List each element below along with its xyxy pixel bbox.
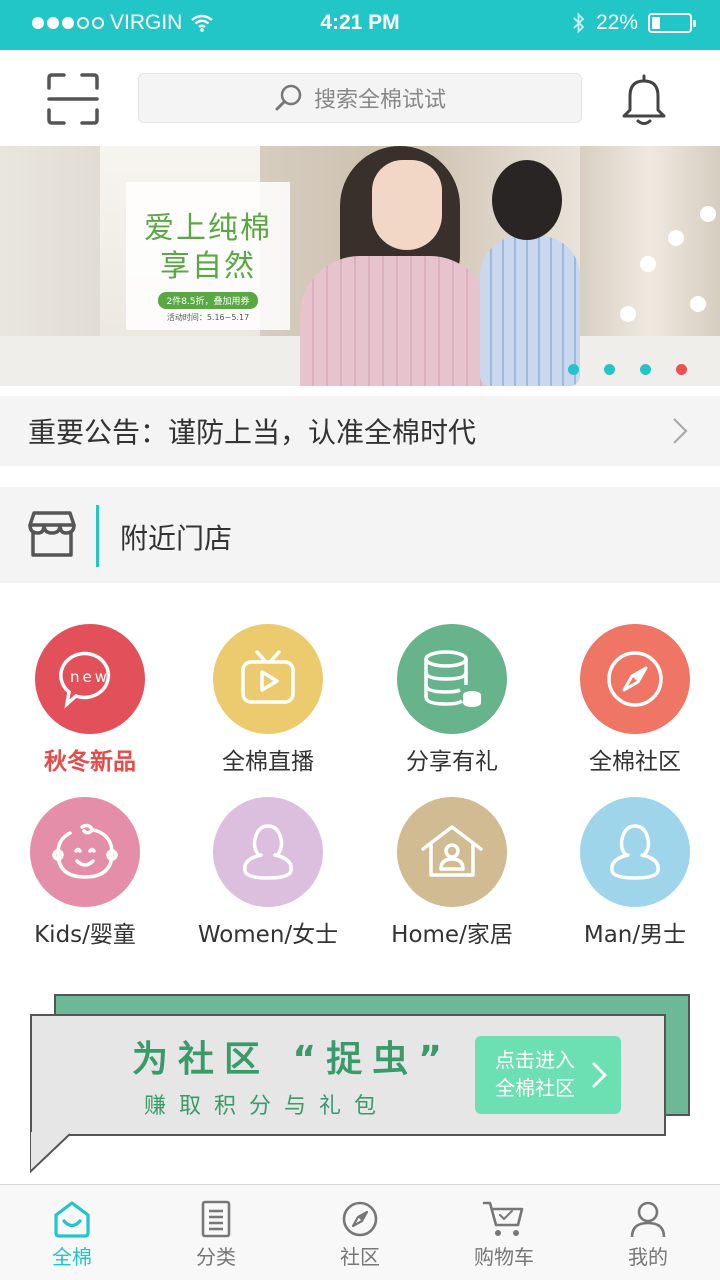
promo-title: 为社区 “捉虫” (132, 1039, 452, 1080)
banner-page-dot[interactable] (568, 364, 579, 375)
stores-divider (96, 505, 99, 567)
house-icon (421, 825, 483, 877)
tab-label: 全棉 (52, 1245, 92, 1269)
banner-model-face (372, 160, 442, 250)
nearby-stores[interactable]: 附近门店 (0, 487, 720, 583)
category-icon-bg (397, 624, 507, 734)
tab-community[interactable]: 社区 (288, 1185, 432, 1280)
stores-label: 附近门店 (120, 522, 233, 555)
chevron-right-icon (673, 418, 688, 444)
category-kids[interactable]: Kids/婴童 (0, 797, 175, 949)
category-label: 秋冬新品 (44, 749, 136, 775)
community-promo-card[interactable]: 为社区 “捉虫” 赚取积分与礼包 点击进入 全棉社区 (28, 992, 692, 1174)
header: 搜索全棉试试 (0, 50, 720, 146)
category-label: Kids/婴童 (34, 922, 136, 948)
database-icon (424, 650, 481, 707)
category-label: Women/女士 (197, 922, 339, 948)
cotton-flower-icon (690, 296, 706, 312)
compass-icon (342, 1201, 378, 1237)
category-community[interactable]: 全棉社区 (545, 624, 720, 776)
chevron-right-icon (592, 1062, 607, 1088)
tv-icon (241, 650, 295, 704)
category-autumn-new[interactable]: new 秋冬新品 (0, 624, 180, 776)
user-icon (630, 1201, 666, 1238)
tab-label: 我的 (628, 1245, 668, 1269)
scan-icon[interactable] (46, 72, 100, 126)
user-icon (610, 824, 660, 880)
promo-banner[interactable]: 爱上纯棉 享自然 2件8.5折，叠加用券 活动时间：5.16~5.17 (0, 146, 720, 386)
tab-home[interactable]: 全棉 (0, 1185, 144, 1280)
bell-icon[interactable] (616, 72, 672, 128)
store-icon (28, 511, 76, 557)
svg-text:new: new (70, 668, 110, 686)
category-label: Home/家居 (391, 922, 513, 948)
category-icon-bg (30, 797, 140, 907)
category-icon-bg (213, 797, 323, 907)
status-bar: VIRGIN 4:21 PM 22% (0, 0, 720, 50)
category-share-gift[interactable]: 分享有礼 (362, 624, 542, 776)
category-women[interactable]: Women/女士 (178, 797, 358, 949)
category-home[interactable]: Home/家居 (362, 797, 542, 949)
banner-child-body (480, 236, 580, 386)
search-icon (275, 84, 302, 111)
tab-label: 购物车 (474, 1245, 534, 1269)
compass-icon (607, 651, 663, 707)
tab-label: 分类 (196, 1245, 236, 1269)
new-icon: new (59, 651, 111, 709)
home-icon (54, 1201, 90, 1238)
banner-child-head (492, 160, 562, 240)
baby-icon (52, 823, 118, 879)
battery-icon (648, 13, 696, 33)
announcement-text: 重要公告：谨防上当，认准全棉时代 (28, 416, 477, 449)
list-icon (201, 1200, 231, 1238)
category-label: 全棉直播 (222, 749, 314, 775)
tab-label: 社区 (340, 1245, 380, 1269)
bottom-tab-bar: 全棉 分类 社区 购物车 我的 (0, 1184, 720, 1280)
cotton-flower-icon (668, 230, 684, 246)
cotton-flower-icon (640, 256, 656, 272)
banner-title-line2: 享自然 (160, 249, 256, 284)
announcement-bar[interactable]: 重要公告：谨防上当，认准全棉时代 (0, 396, 720, 466)
bluetooth-icon (573, 12, 585, 34)
banner-text-card: 爱上纯棉 享自然 2件8.5折，叠加用券 活动时间：5.16~5.17 (126, 182, 290, 330)
banner-model-body (300, 256, 490, 386)
user-icon (243, 824, 293, 880)
category-label: 分享有礼 (406, 749, 498, 775)
category-icon-bg (580, 624, 690, 734)
cart-icon (482, 1201, 524, 1236)
banner-promo-tag: 2件8.5折，叠加用券 (158, 292, 258, 309)
category-label: Man/男士 (583, 922, 687, 948)
cotton-flower-icon (620, 306, 636, 322)
category-icon-bg (213, 624, 323, 734)
banner-promo-date: 活动时间：5.16~5.17 (166, 313, 250, 322)
battery-percent: 22% (595, 11, 638, 34)
enter-community-button[interactable]: 点击进入 全棉社区 (475, 1036, 621, 1114)
category-icon-bg (580, 797, 690, 907)
banner-page-dot[interactable] (640, 364, 651, 375)
banner-page-dot[interactable] (676, 364, 687, 375)
category-icon-bg: new (35, 624, 145, 734)
tab-category[interactable]: 分类 (144, 1185, 288, 1280)
promo-subtitle: 赚取积分与礼包 (144, 1094, 390, 1119)
banner-page-dot[interactable] (604, 364, 615, 375)
cotton-flower-icon (700, 206, 716, 222)
battery-info: 22% (572, 11, 696, 35)
banner-pagination[interactable] (568, 364, 687, 375)
category-live[interactable]: 全棉直播 (178, 624, 358, 776)
category-icon-bg (397, 797, 507, 907)
banner-title-line1: 爱上纯棉 (144, 211, 272, 246)
tab-cart[interactable]: 购物车 (432, 1185, 576, 1280)
tab-profile[interactable]: 我的 (576, 1185, 720, 1280)
search-input[interactable]: 搜索全棉试试 (138, 73, 582, 123)
category-men[interactable]: Man/男士 (545, 797, 720, 949)
search-placeholder: 搜索全棉试试 (313, 88, 446, 113)
category-label: 全棉社区 (589, 749, 681, 775)
speech-tail-icon (30, 1132, 71, 1174)
